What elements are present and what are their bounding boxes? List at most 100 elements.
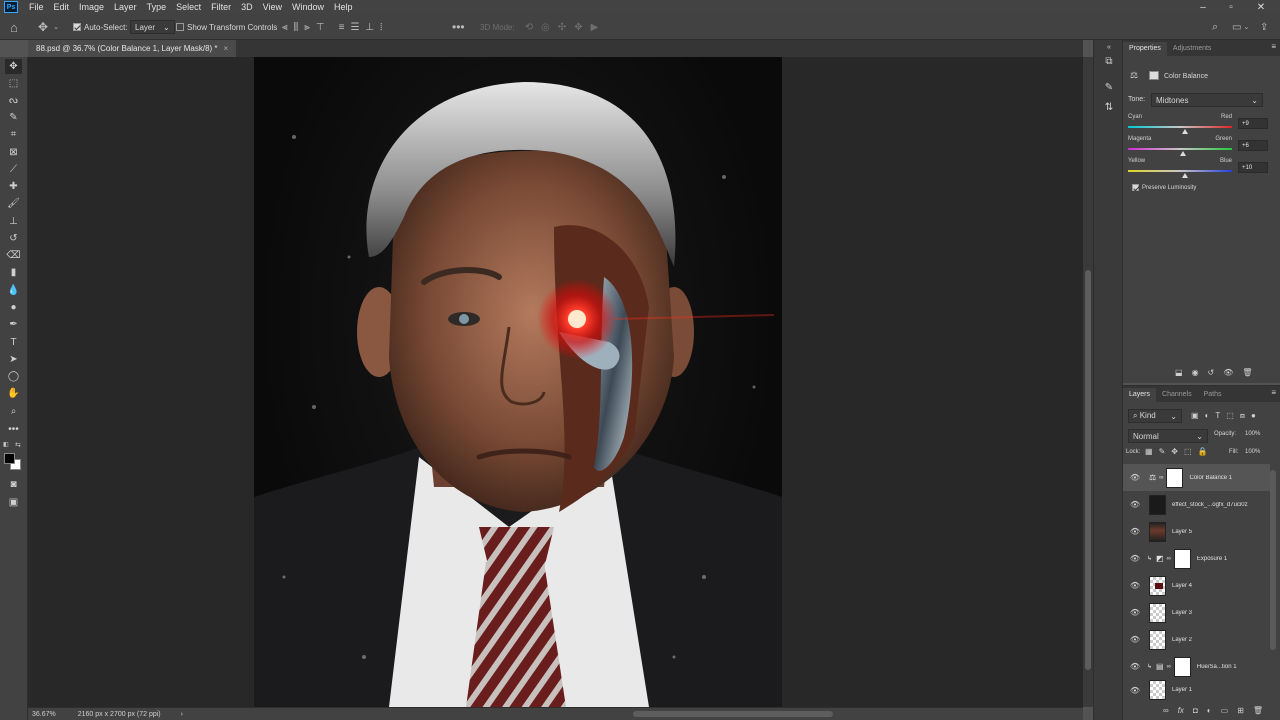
filter-pixel-icon[interactable]: ▣ [1191, 411, 1199, 421]
3d-camera-icon[interactable]: ▶ [591, 22, 599, 33]
move-tool-icon[interactable]: ✥ [5, 59, 22, 74]
align-left-icon[interactable]: ⫷ [282, 22, 288, 33]
menu-3d[interactable]: 3D [236, 0, 258, 14]
link-layers-icon[interactable]: ∞ [1163, 706, 1169, 715]
3d-slide-icon[interactable]: ✥ [574, 22, 582, 33]
align-center-icon[interactable]: ⫼ [294, 22, 299, 33]
new-layer-icon[interactable]: ⊞ [1237, 706, 1244, 715]
lock-position-icon[interactable]: ✥ [1171, 447, 1178, 456]
visibility-eye-icon[interactable]: 👁 [1129, 581, 1141, 590]
preserve-luminosity-row[interactable]: Preserve Luminosity [1132, 184, 1196, 191]
3d-orbit-icon[interactable]: ⟲ [525, 22, 533, 33]
layer-style-icon[interactable]: fx [1178, 706, 1184, 715]
layer-row-color-balance-1[interactable]: 👁 ⚖ ∞ Color Balance 1 [1123, 464, 1270, 491]
layer-row-effect-stock[interactable]: 👁 effect_stock_...ogfx_d7uci0z [1123, 491, 1270, 518]
brush-settings-icon[interactable]: ✎ [1102, 80, 1116, 94]
layer-mask-thumbnail[interactable] [1173, 548, 1191, 569]
menu-file[interactable]: File [24, 0, 49, 14]
lock-image-icon[interactable]: ✎ [1159, 447, 1166, 456]
distribute-center-icon[interactable]: ☰ [350, 22, 359, 33]
share-icon[interactable]: ⇪ [1260, 22, 1268, 33]
eyedropper-tool-icon[interactable]: ⟋ [5, 162, 22, 177]
yellow-blue-slider[interactable]: Yellow Blue +10 [1128, 158, 1278, 178]
layer-thumbnail[interactable] [1149, 602, 1166, 623]
layer-thumbnail[interactable] [1149, 629, 1166, 650]
canvas-scroll-thumb[interactable] [1085, 270, 1091, 670]
yellow-blue-value[interactable]: +10 [1238, 162, 1268, 173]
chevron-down-icon[interactable]: ⌄ [53, 23, 59, 31]
cyan-red-slider[interactable]: Cyan Red +9 [1128, 114, 1278, 134]
menu-layer[interactable]: Layer [109, 0, 142, 14]
filter-adjustment-icon[interactable]: ◐ [1205, 411, 1210, 421]
visibility-eye-icon[interactable]: 👁 [1129, 500, 1141, 509]
pen-tool-icon[interactable]: ✒ [5, 317, 22, 332]
visibility-eye-icon[interactable]: 👁 [1129, 527, 1141, 536]
visibility-eye-icon[interactable]: 👁 [1129, 686, 1141, 695]
adjustments-panel-icon[interactable]: ⇅ [1102, 100, 1116, 114]
magenta-green-track[interactable] [1128, 148, 1232, 150]
clone-stamp-tool-icon[interactable]: ⊥ [5, 214, 22, 229]
cyan-red-thumb[interactable] [1181, 129, 1188, 134]
menu-image[interactable]: Image [74, 0, 109, 14]
3d-roll-icon[interactable]: ◎ [541, 22, 550, 33]
filter-toggle-icon[interactable]: ● [1251, 411, 1256, 421]
distribute-bottom-icon[interactable]: ⊥ [365, 22, 374, 33]
document-canvas-artwork[interactable] [254, 57, 782, 707]
yellow-blue-track[interactable] [1128, 170, 1232, 172]
lock-transparency-icon[interactable]: ▦ [1145, 447, 1153, 456]
visibility-eye-icon[interactable]: 👁 [1129, 662, 1141, 671]
menu-window[interactable]: Window [287, 0, 329, 14]
lock-artboard-icon[interactable]: ⬚ [1184, 447, 1192, 456]
lasso-tool-icon[interactable]: ᔓ [5, 93, 22, 108]
status-menu-arrow-icon[interactable]: › [181, 711, 183, 718]
panel-menu-icon[interactable]: ≡ [1271, 42, 1276, 51]
layer-row-layer-3[interactable]: 👁 Layer 3 [1123, 599, 1270, 626]
brush-tool-icon[interactable]: 🖌 [5, 196, 22, 211]
filter-shape-icon[interactable]: ⬚ [1226, 411, 1234, 421]
marquee-tool-icon[interactable]: ⬚ [5, 76, 22, 91]
layer-row-layer-1[interactable]: 👁 Layer 1 [1123, 680, 1270, 700]
menu-help[interactable]: Help [329, 0, 358, 14]
visibility-eye-icon[interactable]: 👁 [1129, 608, 1141, 617]
layer-thumbnail[interactable] [1149, 680, 1166, 700]
visibility-eye-icon[interactable]: 👁 [1129, 473, 1141, 482]
layer-mask-thumbnail[interactable] [1173, 656, 1191, 677]
canvas-horizontal-scroll-thumb[interactable] [633, 711, 833, 717]
lock-all-icon[interactable]: 🔒 [1198, 447, 1208, 456]
foreground-color-swatch[interactable] [4, 453, 15, 464]
layer-thumbnail[interactable] [1149, 521, 1166, 542]
layer-row-exposure-1[interactable]: 👁 ↳ ◩ ∞ Exposure 1 [1123, 545, 1270, 572]
blur-tool-icon[interactable]: 💧 [5, 283, 22, 298]
show-transform-controls-checkbox[interactable] [176, 23, 184, 31]
link-icon[interactable]: ∞ [1167, 664, 1171, 670]
opacity-value[interactable]: 100% [1245, 431, 1260, 437]
tab-adjustments[interactable]: Adjustments [1167, 42, 1218, 56]
maximize-icon[interactable]: ▫ [1220, 0, 1242, 14]
distribute-horizontal-icon[interactable]: ⦙ [380, 22, 382, 33]
collapse-panels-icon[interactable]: « [1102, 40, 1116, 54]
clip-to-layer-icon[interactable]: ⬓ [1175, 368, 1183, 377]
magenta-green-value[interactable]: +6 [1238, 140, 1268, 151]
tab-properties[interactable]: Properties [1123, 42, 1167, 56]
layer-row-hue-saturation-1[interactable]: 👁 ↳ ▤ ∞ Hue/Sa...tion 1 [1123, 653, 1270, 680]
blend-mode-dropdown[interactable]: Normal ⌄ [1128, 429, 1208, 443]
3d-pan-icon[interactable]: ✣ [558, 22, 566, 33]
layer-thumbnail[interactable] [1149, 494, 1166, 515]
type-tool-icon[interactable]: T [5, 335, 22, 350]
dodge-tool-icon[interactable]: ● [5, 300, 22, 315]
swap-colors-icon[interactable]: ⇆ [15, 441, 21, 449]
layer-row-layer-2[interactable]: 👁 Layer 2 [1123, 626, 1270, 653]
more-tools-icon[interactable]: ••• [5, 422, 22, 437]
visibility-eye-icon[interactable]: 👁 [1129, 554, 1141, 563]
gradient-tool-icon[interactable]: ▮ [5, 265, 22, 280]
document-tab[interactable]: 88.psd @ 36.7% (Color Balance 1, Layer M… [28, 40, 237, 57]
layer-mask-thumbnail[interactable] [1166, 467, 1184, 488]
menu-view[interactable]: View [258, 0, 287, 14]
tab-channels[interactable]: Channels [1156, 388, 1198, 402]
healing-brush-tool-icon[interactable]: ✚ [5, 179, 22, 194]
zoom-level[interactable]: 36.67% [32, 711, 56, 718]
close-icon[interactable]: ✕ [1250, 0, 1272, 14]
link-icon[interactable]: ∞ [1167, 556, 1171, 562]
add-mask-icon[interactable]: ◘ [1193, 706, 1198, 715]
workspace-icon[interactable]: ▭ [1232, 22, 1241, 33]
